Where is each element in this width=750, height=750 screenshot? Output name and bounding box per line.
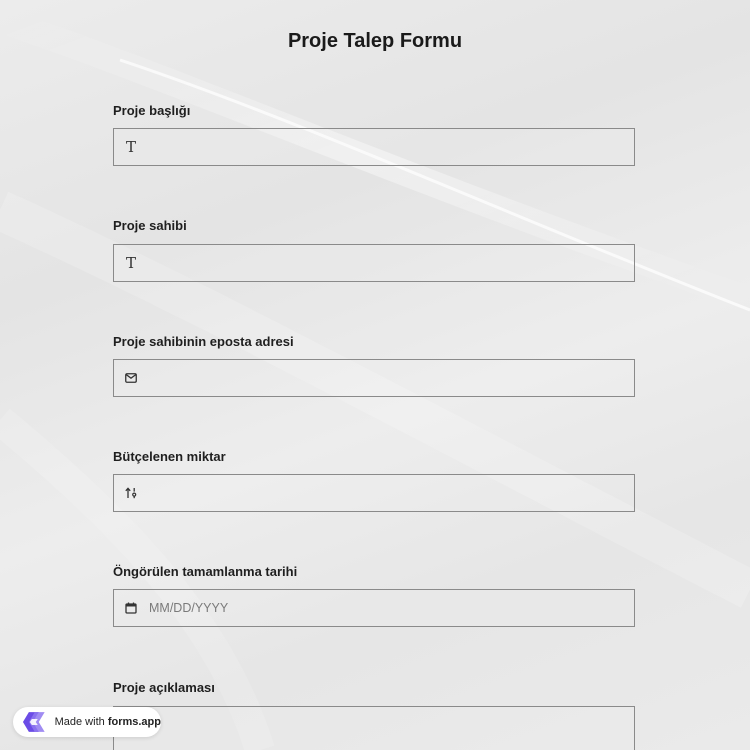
field-label-project-title: Proje başlığı [113,103,191,118]
page-title: Proje Talep Formu [287,30,463,52]
calendar-icon [124,601,138,615]
text-icon: T [125,137,136,156]
badge-text: Made with forms.app [55,716,161,728]
badge-prefix: Made with [54,716,105,728]
field-label-budget: Bütçelenen miktar [113,449,226,464]
field-label-project-description: Proje açıklaması [113,680,215,695]
forms-app-logo-icon [22,712,45,732]
field-label-project-owner: Proje sahibi [113,218,187,233]
field-label-completion-date: Öngörülen tamamlanma tarihi [113,564,298,579]
text-icon: T [125,253,136,272]
number-sort-icon [124,486,138,500]
field-label-owner-email: Proje sahibinin eposta adresi [113,334,294,349]
project-owner-input[interactable]: T [113,244,635,282]
budget-input[interactable] [113,474,635,512]
owner-email-input[interactable] [113,359,635,397]
date-placeholder: MM/DD/YYYY [149,601,229,615]
project-description-textarea[interactable] [113,706,635,750]
badge-brand: forms.app [107,716,161,728]
mail-icon [124,371,138,385]
project-title-input[interactable]: T [113,128,635,166]
made-with-badge[interactable]: Made with forms.app [13,707,161,737]
completion-date-input[interactable]: MM/DD/YYYY [113,589,635,627]
